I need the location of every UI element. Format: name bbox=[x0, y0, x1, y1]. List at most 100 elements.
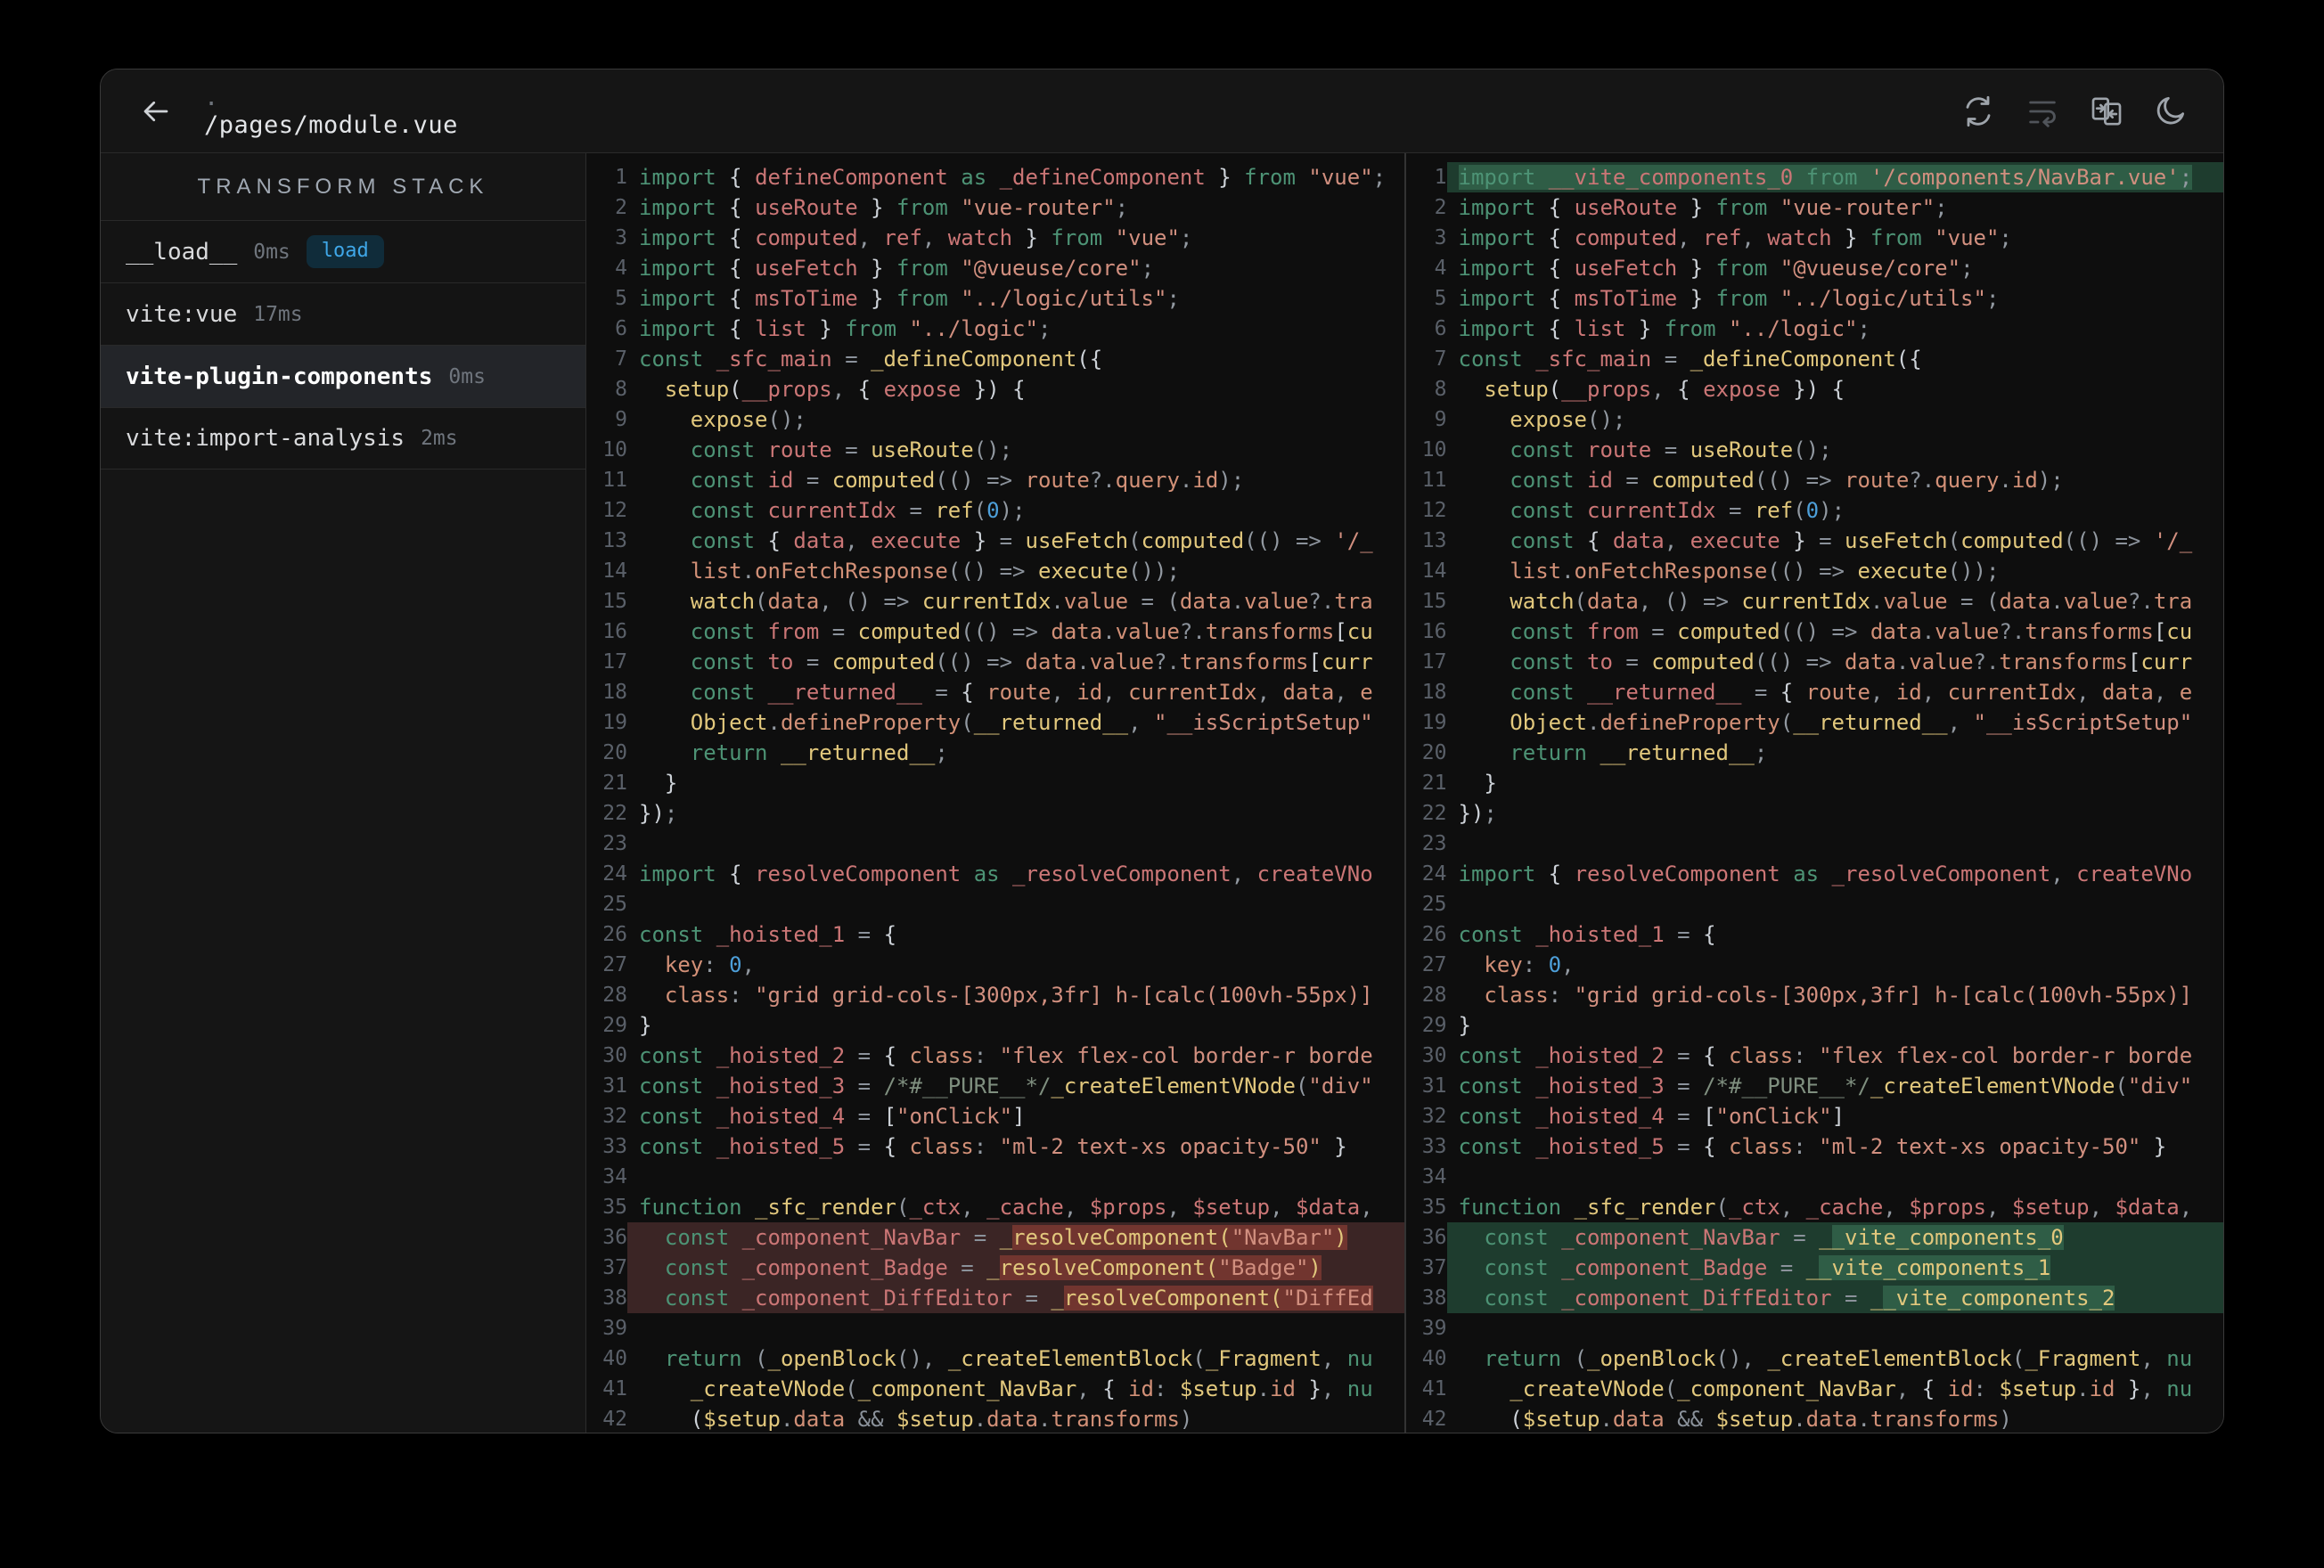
sidebar-item--load-[interactable]: __load__ 0ms load bbox=[101, 220, 585, 282]
code-text: const currentIdx = ref(0); bbox=[690, 498, 1026, 523]
line-number: 17 bbox=[1421, 650, 1447, 674]
code-text: return __returned__; bbox=[1510, 740, 1768, 765]
line-number: 25 bbox=[602, 893, 627, 916]
code-text: const from = computed(() => data.value?.… bbox=[1510, 619, 2193, 644]
line-number: 13 bbox=[602, 529, 627, 552]
line-number: 15 bbox=[1421, 590, 1447, 613]
line-number: 9 bbox=[1434, 408, 1447, 431]
code-text: setup(__props, { expose }) { bbox=[664, 377, 1026, 402]
code-text: const currentIdx = ref(0); bbox=[1510, 498, 1845, 523]
line-number: 5 bbox=[615, 287, 627, 310]
code-line-right-27: 27 key: 0, bbox=[1406, 950, 2224, 980]
code-text: import { list } from "../logic"; bbox=[1458, 316, 1870, 341]
line-number: 38 bbox=[1421, 1286, 1447, 1310]
code-line-left-14: 14 list.onFetchResponse(() => execute())… bbox=[586, 556, 1404, 586]
code-text: const _sfc_main = _defineComponent({ bbox=[1458, 347, 1922, 372]
line-number: 28 bbox=[602, 984, 627, 1007]
code-line-left-38: 38 const _component_DiffEditor = _resolv… bbox=[586, 1283, 1404, 1313]
module-path-title: ./pages/module.vue bbox=[204, 84, 458, 139]
line-number: 41 bbox=[1421, 1377, 1447, 1401]
line-number: 20 bbox=[1421, 741, 1447, 764]
toolbar-icons bbox=[1960, 93, 2189, 130]
code-text: Object.defineProperty(__returned__, "__i… bbox=[1510, 710, 2193, 735]
diff-left-panel[interactable]: 1 import { defineComponent as _defineComp… bbox=[586, 153, 1406, 1433]
sidebar-item-vite-import-analysis[interactable]: vite:import-analysis 2ms bbox=[101, 407, 585, 470]
code-text: ($setup.data && $setup.data.transforms) bbox=[639, 1407, 1193, 1432]
line-number: 21 bbox=[1421, 772, 1447, 795]
line-number: 30 bbox=[1421, 1044, 1447, 1067]
line-number: 36 bbox=[602, 1226, 627, 1249]
code-line-right-13: 13 const { data, execute } = useFetch(co… bbox=[1406, 526, 2224, 556]
code-text: function _sfc_render(_ctx, _cache, $prop… bbox=[1458, 1195, 2193, 1220]
line-number: 8 bbox=[1434, 378, 1447, 401]
code-text: import { msToTime } from "../logic/utils… bbox=[1458, 286, 2000, 311]
refresh-button[interactable] bbox=[1960, 93, 1997, 130]
line-number: 1 bbox=[615, 166, 627, 189]
line-number: 40 bbox=[1421, 1347, 1447, 1370]
code-line-left-41: 41 _createVNode(_component_NavBar, { id:… bbox=[586, 1374, 1404, 1404]
code-line-right-31: 31 const _hoisted_3 = /*#__PURE__*/_creat… bbox=[1406, 1071, 2224, 1101]
code-line-right-36: 36 const _component_NavBar = __vite_comp… bbox=[1406, 1222, 2223, 1253]
code-line-right-29: 29} bbox=[1406, 1010, 2224, 1041]
code-text: import { useFetch } from "@vueuse/core"; bbox=[639, 256, 1155, 281]
code-line-right-30: 30 const _hoisted_2 = { class: "flex flex… bbox=[1406, 1041, 2224, 1071]
dark-mode-toggle[interactable] bbox=[2152, 93, 2189, 130]
line-number: 31 bbox=[1421, 1074, 1447, 1098]
code-text: list.onFetchResponse(() => execute()); bbox=[1510, 559, 2000, 584]
code-line-right-33: 33 const _hoisted_5 = { class: "ml-2 text… bbox=[1406, 1131, 2224, 1162]
code-text: class: "grid grid-cols-[300px,3fr] h-[ca… bbox=[664, 983, 1373, 1008]
diff-right-panel[interactable]: 1 import __vite_components_0 from '/compo… bbox=[1405, 153, 2224, 1433]
line-number: 21 bbox=[602, 772, 627, 795]
line-number: 31 bbox=[602, 1074, 627, 1098]
sidebar-item-vite-vue[interactable]: vite:vue 17ms bbox=[101, 282, 585, 345]
line-number: 32 bbox=[1421, 1105, 1447, 1128]
line-number: 39 bbox=[1421, 1317, 1447, 1340]
code-line-right-4: 4 import { useFetch } from "@vueuse/core"… bbox=[1406, 253, 2224, 283]
code-line-left-12: 12 const currentIdx = ref(0); bbox=[586, 495, 1404, 526]
code-text: import { resolveComponent as _resolveCom… bbox=[639, 862, 1373, 886]
line-wrap-button[interactable] bbox=[2024, 93, 2061, 130]
plugin-duration: 0ms bbox=[448, 364, 486, 388]
line-number: 17 bbox=[602, 650, 627, 674]
code-line-left-20: 20 return __returned__; bbox=[586, 738, 1404, 768]
code-line-right-28: 28 class: "grid grid-cols-[300px,3fr] h-… bbox=[1406, 980, 2224, 1010]
code-line-left-3: 3 import { computed, ref, watch } from "v… bbox=[586, 223, 1404, 253]
code-line-right-6: 6 import { list } from "../logic"; bbox=[1406, 314, 2224, 344]
code-text: } bbox=[639, 771, 678, 796]
code-text: watch(data, () => currentIdx.value = (da… bbox=[690, 589, 1373, 614]
code-line-left-11: 11 const id = computed(() => route?.quer… bbox=[586, 465, 1404, 495]
refresh-icon bbox=[1966, 95, 1991, 127]
code-line-right-34: 34 bbox=[1406, 1162, 2224, 1192]
code-text: const _component_NavBar = _resolveCompon… bbox=[627, 1222, 1404, 1253]
sidebar-item-vite-plugin-components[interactable]: vite-plugin-components 0ms bbox=[101, 345, 585, 407]
transform-stack-list: __load__ 0ms load vite:vue 17ms vite-plugin-c… bbox=[101, 220, 585, 470]
line-number: 42 bbox=[602, 1408, 627, 1431]
code-text: } bbox=[1458, 1013, 1471, 1038]
transform-stack-sidebar: TRANSFORM STACK __load__ 0ms load vite:vue 1… bbox=[101, 153, 586, 1433]
code-text: return __returned__; bbox=[690, 740, 948, 765]
code-line-right-38: 38 const _component_DiffEditor = __vite_… bbox=[1406, 1283, 2223, 1313]
code-text: import __vite_components_0 from '/compon… bbox=[1446, 162, 2223, 192]
code-text: const _hoisted_5 = { class: "ml-2 text-x… bbox=[639, 1134, 1347, 1159]
code-line-right-3: 3 import { computed, ref, watch } from "v… bbox=[1406, 223, 2224, 253]
code-text: import { msToTime } from "../logic/utils… bbox=[639, 286, 1180, 311]
side-by-side-diff-button[interactable] bbox=[2088, 93, 2125, 130]
code-text: import { useRoute } from "vue-router"; bbox=[639, 195, 1129, 220]
code-text: }); bbox=[639, 801, 678, 826]
line-number: 19 bbox=[1421, 711, 1447, 734]
line-number: 30 bbox=[602, 1044, 627, 1067]
line-number: 32 bbox=[602, 1105, 627, 1128]
plugin-name: vite:vue bbox=[126, 300, 238, 328]
code-line-right-42: 42 ($setup.data && $setup.data.transform… bbox=[1406, 1404, 2224, 1433]
line-number: 6 bbox=[615, 317, 627, 340]
code-line-left-27: 27 key: 0, bbox=[586, 950, 1404, 980]
code-line-left-40: 40 return (_openBlock(), _createElementB… bbox=[586, 1343, 1404, 1374]
code-text: function _sfc_render(_ctx, _cache, $prop… bbox=[639, 1195, 1373, 1220]
back-button[interactable] bbox=[135, 90, 177, 133]
code-text: return (_openBlock(), _createElementBloc… bbox=[664, 1346, 1373, 1371]
line-number: 8 bbox=[615, 378, 627, 401]
code-line-left-42: 42 ($setup.data && $setup.data.transform… bbox=[586, 1404, 1404, 1433]
code-line-left-8: 8 setup(__props, { expose }) { bbox=[586, 374, 1404, 404]
plugin-duration: 0ms bbox=[253, 240, 290, 264]
